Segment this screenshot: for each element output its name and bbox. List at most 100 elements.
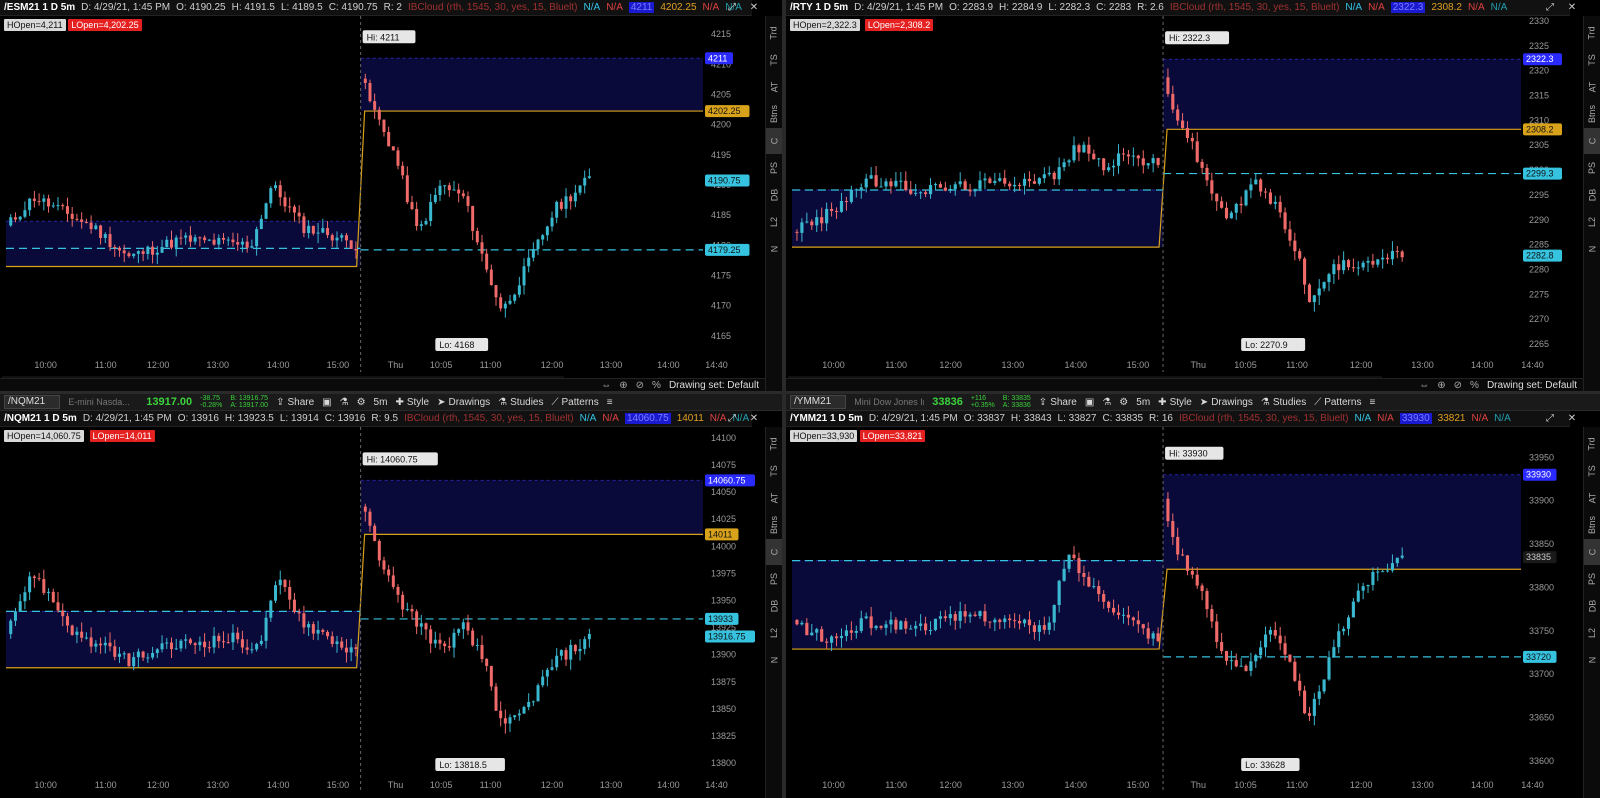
symbol-selector[interactable]: /NQM21 xyxy=(4,395,61,409)
chart-pane-esm[interactable]: /ESM21 1 D 5m D: 4/29/21, 1:45 PM O: 4190.… xyxy=(0,0,782,392)
chart-pane-rty[interactable]: /RTY 1 D 5m D: 4/29/21, 1:45 PM O: 2283.9 H… xyxy=(786,0,1600,392)
timeframe-button[interactable]: 5m xyxy=(374,397,388,408)
x-tick-label: 12:00 xyxy=(1350,780,1373,790)
drawing-set-label[interactable]: Drawing set: Default xyxy=(1487,380,1577,391)
sidebar-tab-n[interactable]: N xyxy=(1584,236,1600,262)
expand-icon[interactable]: ⤢ xyxy=(726,413,738,425)
sidebar-tab-ts[interactable]: TS xyxy=(766,458,782,484)
expand-icon[interactable]: ⤢ xyxy=(726,2,738,14)
pan-icon[interactable]: ⇔ xyxy=(601,380,611,391)
sidebar-tab-trd[interactable]: Trd xyxy=(766,431,782,457)
sidebar-tab-btns[interactable]: Btns xyxy=(766,512,782,538)
drawings-button[interactable]: ➤ Drawings xyxy=(1200,397,1253,408)
sidebar-tab-db[interactable]: DB xyxy=(1584,593,1600,619)
sidebar-tab-c[interactable]: C xyxy=(1584,128,1600,154)
sidebar-tab-btns[interactable]: Btns xyxy=(1584,512,1600,538)
sidebar-tab-c[interactable]: C xyxy=(766,539,782,565)
studies-button[interactable]: ⚗ Studies xyxy=(1261,397,1306,408)
settings-button[interactable]: ⚙ xyxy=(357,397,366,408)
candle xyxy=(480,635,484,663)
share-button[interactable]: ⇪ Share xyxy=(276,397,314,408)
sidebar-tab-btns[interactable]: Btns xyxy=(766,101,782,127)
candle xyxy=(405,166,409,205)
price-chart[interactable]: Hi: 14060.75 Lo: 13818.5 14100 14075 14050 14… xyxy=(0,427,765,798)
expand-icon[interactable]: ⤢ xyxy=(1544,2,1556,14)
sidebar-tab-c[interactable]: C xyxy=(766,128,782,154)
close-icon[interactable]: ✕ xyxy=(1566,413,1578,425)
menu-icon: ≡ xyxy=(1369,396,1376,408)
chart-symbol[interactable]: /NQM21 1 D 5m xyxy=(4,413,77,424)
patterns-button[interactable]: ⟋ Patterns xyxy=(551,397,598,408)
export-button[interactable]: ▣ xyxy=(1085,397,1094,408)
chart-symbol[interactable]: /ESM21 1 D 5m xyxy=(4,2,75,13)
sidebar-tab-ps[interactable]: PS xyxy=(1584,155,1600,181)
percent-icon[interactable]: % xyxy=(1470,380,1479,391)
sidebar-tab-at[interactable]: AT xyxy=(1584,74,1600,100)
expand-icon[interactable]: ⤢ xyxy=(1544,413,1556,425)
timeframe-button[interactable]: 5m xyxy=(1136,397,1150,408)
sidebar-tab-l2[interactable]: L2 xyxy=(1584,209,1600,235)
zoom-icon[interactable]: ⊘ xyxy=(636,380,644,391)
zoom-icon[interactable]: ⊘ xyxy=(1454,380,1462,391)
x-tick-label: 10:05 xyxy=(430,780,453,790)
symbol-selector[interactable]: /YMM21 xyxy=(790,395,847,409)
sidebar-tab-l2[interactable]: L2 xyxy=(766,620,782,646)
export-button[interactable]: ▣ xyxy=(322,397,331,408)
sidebar-tab-trd[interactable]: Trd xyxy=(1584,431,1600,457)
price-chart[interactable]: Hi: 2322.3Lo: 2270.923302325232023152310… xyxy=(786,16,1583,378)
chart-pane-nq[interactable]: /NQM21 E-mini Nasda... 13917.00 -38.75 -0.28… xyxy=(0,394,782,798)
crosshair-icon[interactable]: ⊕ xyxy=(1437,380,1445,391)
candle xyxy=(559,649,563,661)
style-label: Style xyxy=(1169,396,1192,408)
horizontal-divider[interactable] xyxy=(0,391,1600,394)
sidebar-tab-trd[interactable]: Trd xyxy=(1584,20,1600,46)
chart-symbol[interactable]: /RTY 1 D 5m xyxy=(790,2,848,13)
sidebar-tab-ps[interactable]: PS xyxy=(1584,566,1600,592)
flask-button[interactable]: ⚗ xyxy=(1102,397,1111,408)
percent-icon[interactable]: % xyxy=(652,380,661,391)
close-icon[interactable]: ✕ xyxy=(748,413,760,425)
price-chart[interactable]: Hi: 4211Lo: 4168421542104205420041954190… xyxy=(0,16,765,378)
menu-button[interactable]: ≡ xyxy=(607,397,613,408)
menu-button[interactable]: ≡ xyxy=(1369,397,1375,408)
vertical-divider[interactable] xyxy=(782,0,786,798)
sidebar-tab-ps[interactable]: PS xyxy=(766,155,782,181)
sidebar-tab-db[interactable]: DB xyxy=(766,182,782,208)
pan-icon[interactable]: ⇔ xyxy=(1419,380,1429,391)
drawing-set-label[interactable]: Drawing set: Default xyxy=(669,380,759,391)
info-open: O: 33837 xyxy=(963,413,1005,424)
close-icon[interactable]: ✕ xyxy=(748,2,760,14)
sidebar-tab-at[interactable]: AT xyxy=(766,74,782,100)
y-tick-label: 33650 xyxy=(1529,713,1554,723)
drawings-button[interactable]: ➤ Drawings xyxy=(437,397,490,408)
sidebar-tab-ts[interactable]: TS xyxy=(766,47,782,73)
svg-text:13916.75: 13916.75 xyxy=(708,632,746,642)
style-button[interactable]: ✚ Style xyxy=(1158,397,1192,408)
chart-symbol[interactable]: /YMM21 1 D 5m xyxy=(790,413,863,424)
sidebar-tab-ts[interactable]: TS xyxy=(1584,458,1600,484)
sidebar-tab-at[interactable]: AT xyxy=(766,485,782,511)
sidebar-tab-l2[interactable]: L2 xyxy=(766,209,782,235)
settings-button[interactable]: ⚙ xyxy=(1119,397,1128,408)
sidebar-tab-l2[interactable]: L2 xyxy=(1584,620,1600,646)
share-button[interactable]: ⇪ Share xyxy=(1039,397,1077,408)
crosshair-icon[interactable]: ⊕ xyxy=(619,380,627,391)
chart-pane-ym[interactable]: /YMM21 Mini Dow Jones In... 33836 +116+0.35… xyxy=(786,394,1600,798)
sidebar-tab-btns[interactable]: Btns xyxy=(1584,101,1600,127)
sidebar-tab-trd[interactable]: Trd xyxy=(766,20,782,46)
sidebar-tab-db[interactable]: DB xyxy=(766,593,782,619)
close-icon[interactable]: ✕ xyxy=(1566,2,1578,14)
style-button[interactable]: ✚ Style xyxy=(395,397,429,408)
sidebar-tab-n[interactable]: N xyxy=(766,236,782,262)
sidebar-tab-ps[interactable]: PS xyxy=(766,566,782,592)
flask-button[interactable]: ⚗ xyxy=(340,397,349,408)
studies-button[interactable]: ⚗ Studies xyxy=(498,397,543,408)
sidebar-tab-n[interactable]: N xyxy=(1584,647,1600,673)
sidebar-tab-c[interactable]: C xyxy=(1584,539,1600,565)
sidebar-tab-db[interactable]: DB xyxy=(1584,182,1600,208)
sidebar-tab-at[interactable]: AT xyxy=(1584,485,1600,511)
sidebar-tab-ts[interactable]: TS xyxy=(1584,47,1600,73)
sidebar-tab-n[interactable]: N xyxy=(766,647,782,673)
price-chart[interactable]: Hi: 33930 Lo: 33628 33950 33900 33850 33800 33… xyxy=(786,427,1583,798)
patterns-button[interactable]: ⟋ Patterns xyxy=(1314,397,1361,408)
